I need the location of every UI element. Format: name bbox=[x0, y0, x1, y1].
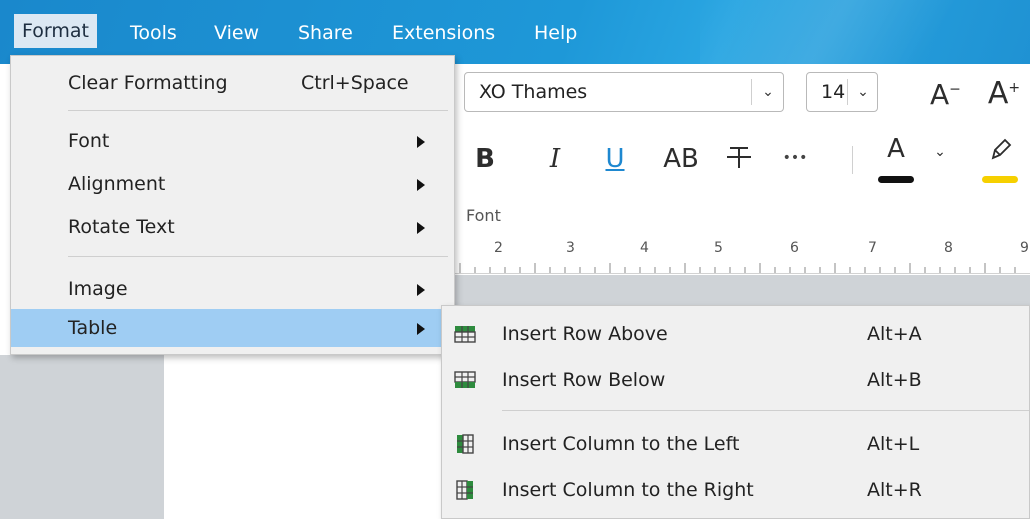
menu-item-insert-column-left[interactable]: Insert Column to the Left Alt+L bbox=[442, 422, 1029, 466]
ruler: 2 3 4 5 6 7 8 9 bbox=[454, 234, 1030, 274]
insert-row-above-icon bbox=[454, 326, 476, 343]
submenu-arrow-icon bbox=[417, 284, 425, 296]
menu-item-label: Alignment bbox=[68, 173, 166, 195]
insert-column-left-icon bbox=[457, 434, 474, 454]
ruler-ticks bbox=[459, 263, 1016, 273]
menu-item-font[interactable]: Font bbox=[11, 122, 454, 160]
submenu-arrow-icon bbox=[417, 323, 425, 335]
menu-item-insert-column-right[interactable]: Insert Column to the Right Alt+R bbox=[442, 468, 1029, 512]
font-name-value: XO Thames bbox=[479, 81, 588, 103]
chevron-down-icon[interactable]: ⌄ bbox=[754, 73, 782, 111]
menu-item-shortcut: Alt+R bbox=[867, 479, 922, 501]
font-color-button[interactable]: A bbox=[876, 134, 916, 183]
menu-item-shortcut: Alt+L bbox=[867, 433, 920, 455]
grow-font-letter: A bbox=[987, 76, 1009, 111]
document-page bbox=[164, 355, 444, 519]
menu-item-insert-row-above[interactable]: Insert Row Above Alt+A bbox=[442, 312, 1029, 356]
submenu-arrow-icon bbox=[417, 136, 425, 148]
menu-item-label: Insert Column to the Right bbox=[502, 479, 754, 501]
shrink-font-letter: A bbox=[930, 78, 950, 111]
menu-item-label: Insert Row Below bbox=[502, 369, 666, 391]
menu-separator bbox=[502, 410, 1029, 411]
menu-item-label: Font bbox=[68, 130, 110, 152]
menu-item-insert-row-below[interactable]: Insert Row Below Alt+B bbox=[442, 358, 1029, 402]
menu-item-label: Clear Formatting bbox=[68, 72, 228, 94]
plus-icon: + bbox=[1008, 80, 1021, 96]
toolbar-divider bbox=[852, 146, 853, 174]
menu-extensions[interactable]: Extensions bbox=[384, 18, 503, 48]
menu-item-shortcut: Ctrl+Space bbox=[301, 72, 409, 94]
menu-bar-shine bbox=[700, 0, 1030, 64]
ruler-number: 2 bbox=[494, 240, 503, 256]
menu-item-label: Insert Row Above bbox=[502, 323, 668, 345]
insert-column-right-icon bbox=[456, 480, 473, 500]
ruler-number: 3 bbox=[566, 240, 575, 256]
minus-icon: − bbox=[949, 81, 961, 98]
insert-row-below-icon bbox=[454, 371, 476, 388]
underline-button[interactable]: U bbox=[600, 144, 630, 174]
combo-divider bbox=[847, 79, 848, 105]
highlight-button[interactable] bbox=[980, 134, 1020, 183]
workspace-background bbox=[454, 275, 1030, 305]
menu-item-shortcut: Alt+B bbox=[867, 369, 922, 391]
italic-button[interactable]: I bbox=[540, 144, 570, 174]
ruler-number: 9 bbox=[1020, 240, 1029, 256]
font-toolbar: XO Thames ⌄ 14 ⌄ A− A+ B I U AB ••• A ⌄ bbox=[454, 64, 1030, 244]
highlighter-icon bbox=[991, 138, 1012, 160]
menu-item-label: Insert Column to the Left bbox=[502, 433, 740, 455]
menu-share[interactable]: Share bbox=[290, 18, 361, 48]
menu-separator bbox=[68, 256, 448, 257]
all-caps-button[interactable]: AB bbox=[658, 144, 704, 174]
font-size-combo[interactable]: 14 ⌄ bbox=[806, 72, 878, 112]
font-color-swatch bbox=[878, 176, 914, 183]
menu-separator bbox=[68, 110, 448, 111]
menu-tools[interactable]: Tools bbox=[122, 18, 185, 48]
strikethrough-icon bbox=[727, 147, 751, 168]
left-margin-area bbox=[0, 355, 164, 519]
ruler-number: 5 bbox=[714, 240, 723, 256]
font-color-letter: A bbox=[887, 134, 905, 164]
grow-font-button[interactable]: A+ bbox=[984, 76, 1024, 111]
font-group-label: Font bbox=[466, 206, 501, 225]
menu-format[interactable]: Format bbox=[14, 14, 97, 48]
menu-item-clear-formatting[interactable]: Clear Formatting Ctrl+Space bbox=[11, 64, 454, 102]
chevron-down-icon[interactable]: ⌄ bbox=[930, 144, 950, 160]
font-name-combo[interactable]: XO Thames ⌄ bbox=[464, 72, 784, 112]
menu-view[interactable]: View bbox=[206, 18, 267, 48]
menu-help[interactable]: Help bbox=[526, 18, 585, 48]
format-menu: Clear Formatting Ctrl+Space Font Alignme… bbox=[10, 55, 455, 355]
submenu-arrow-icon bbox=[417, 222, 425, 234]
bold-button[interactable]: B bbox=[470, 144, 500, 174]
highlight-color-swatch bbox=[982, 176, 1018, 183]
menu-item-rotate-text[interactable]: Rotate Text bbox=[11, 208, 454, 246]
menu-item-image[interactable]: Image bbox=[11, 270, 454, 308]
ruler-number: 8 bbox=[944, 240, 953, 256]
menu-item-label: Image bbox=[68, 278, 128, 300]
menu-item-label: Table bbox=[68, 317, 118, 339]
strikethrough-button[interactable] bbox=[722, 142, 756, 179]
ruler-number: 4 bbox=[640, 240, 649, 256]
more-button[interactable]: ••• bbox=[780, 150, 810, 166]
menu-item-shortcut: Alt+A bbox=[867, 323, 922, 345]
menu-item-label: Rotate Text bbox=[68, 216, 175, 238]
font-size-value: 14 bbox=[821, 81, 846, 103]
shrink-font-button[interactable]: A− bbox=[930, 78, 961, 111]
ruler-number: 6 bbox=[790, 240, 799, 256]
menu-item-table[interactable]: Table bbox=[11, 309, 454, 347]
combo-divider bbox=[751, 79, 752, 105]
ruler-number: 7 bbox=[868, 240, 877, 256]
chevron-down-icon[interactable]: ⌄ bbox=[849, 73, 877, 111]
submenu-arrow-icon bbox=[417, 179, 425, 191]
table-submenu: Insert Row Above Alt+A Insert Row Below … bbox=[441, 305, 1030, 519]
menu-item-alignment[interactable]: Alignment bbox=[11, 165, 454, 203]
